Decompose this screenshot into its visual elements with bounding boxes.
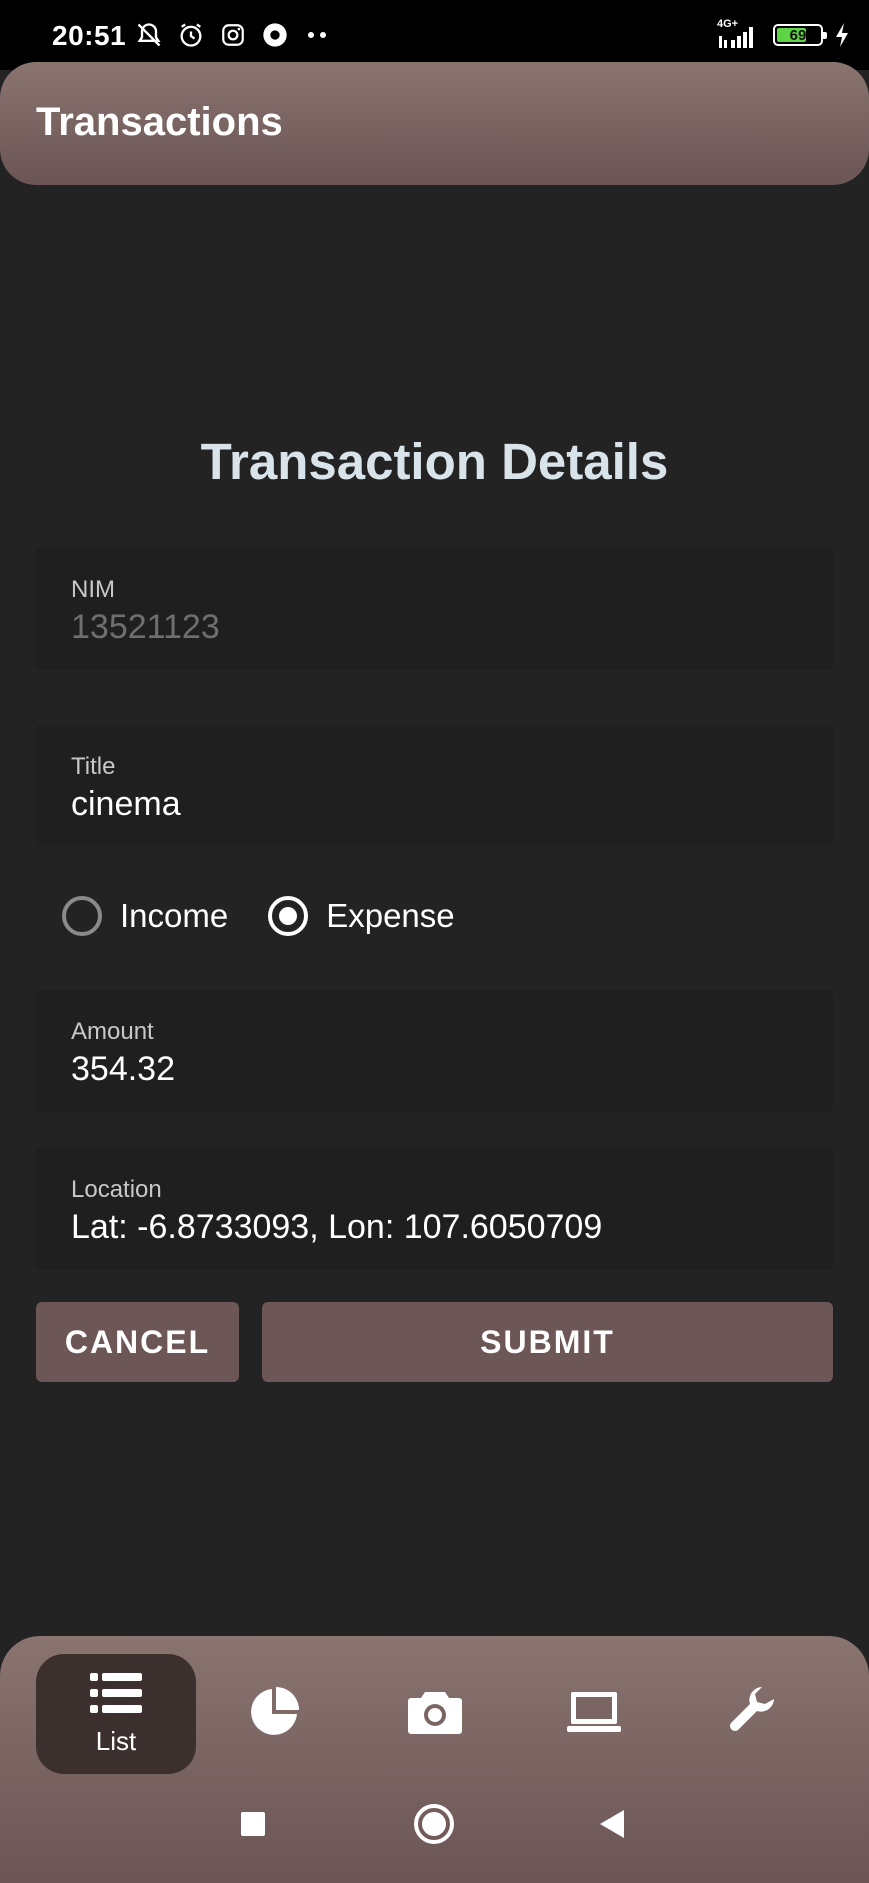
home-button[interactable] [404,1796,464,1856]
status-time: 20:51 [52,20,127,51]
home-circle-icon [413,1803,455,1850]
title-label: Title [71,753,116,780]
location-field[interactable]: Location Lat: -6.8733093, Lon: 107.60507… [36,1148,833,1270]
battery-icon: 69 [773,24,827,46]
amount-value[interactable]: 354.32 [71,1050,175,1089]
app-bar: Transactions [0,62,869,185]
instagram-icon [218,20,248,50]
battery-level: 69 [789,26,807,44]
amount-label: Amount [71,1018,154,1045]
transaction-type-group: Income Expense [62,896,495,936]
title-value[interactable]: cinema [71,785,181,824]
submit-button[interactable]: SUBMIT [262,1302,833,1382]
nim-field: NIM 13521123 [36,548,833,670]
status-icons-left [134,20,332,50]
amount-field[interactable]: Amount 354.32 [36,990,833,1112]
expense-label[interactable]: Expense [326,897,454,935]
nav-item-list[interactable]: List [36,1654,196,1774]
system-navigation-bar [0,1796,869,1856]
nav-label-list: List [95,1726,137,1756]
list-icon [88,1671,144,1720]
mute-bell-icon [134,20,164,50]
income-label[interactable]: Income [120,897,228,935]
location-label: Location [71,1176,162,1203]
status-icons-right: 4G+ 69 [717,18,851,50]
pie-chart-icon [247,1685,301,1744]
battery-tip [823,32,827,39]
recent-apps-button[interactable] [223,1796,283,1856]
more-dots-icon [302,20,332,50]
wrench-icon [726,1685,780,1744]
title-field[interactable]: Title cinema [36,725,833,847]
income-option[interactable]: Income [62,896,228,936]
bottom-navigation: List [0,1636,869,1883]
nim-value: 13521123 [71,608,220,646]
cancel-button[interactable]: CANCEL [36,1302,239,1382]
signal-icon: 4G+ [717,18,763,50]
alarm-icon [176,20,206,50]
back-triangle-icon [598,1808,626,1845]
location-app-icon [260,20,290,50]
nim-label: NIM [71,576,115,603]
back-button[interactable] [582,1796,642,1856]
nav-item-camera[interactable] [370,1654,500,1774]
nav-item-settings[interactable] [688,1654,818,1774]
location-value[interactable]: Lat: -6.8733093, Lon: 107.6050709 [71,1208,602,1247]
camera-icon [407,1688,463,1741]
charging-icon [833,20,851,50]
laptop-icon [567,1690,621,1739]
nav-item-laptop[interactable] [529,1654,659,1774]
page-title: Transactions [36,100,283,144]
status-bar: 20:51 4G+ 69 [0,0,869,70]
nav-item-chart[interactable] [209,1654,339,1774]
expense-radio[interactable] [268,896,309,936]
expense-option[interactable]: Expense [268,896,455,936]
income-radio[interactable] [62,896,102,936]
square-icon [240,1811,266,1842]
form-heading: Transaction Details [200,433,669,490]
